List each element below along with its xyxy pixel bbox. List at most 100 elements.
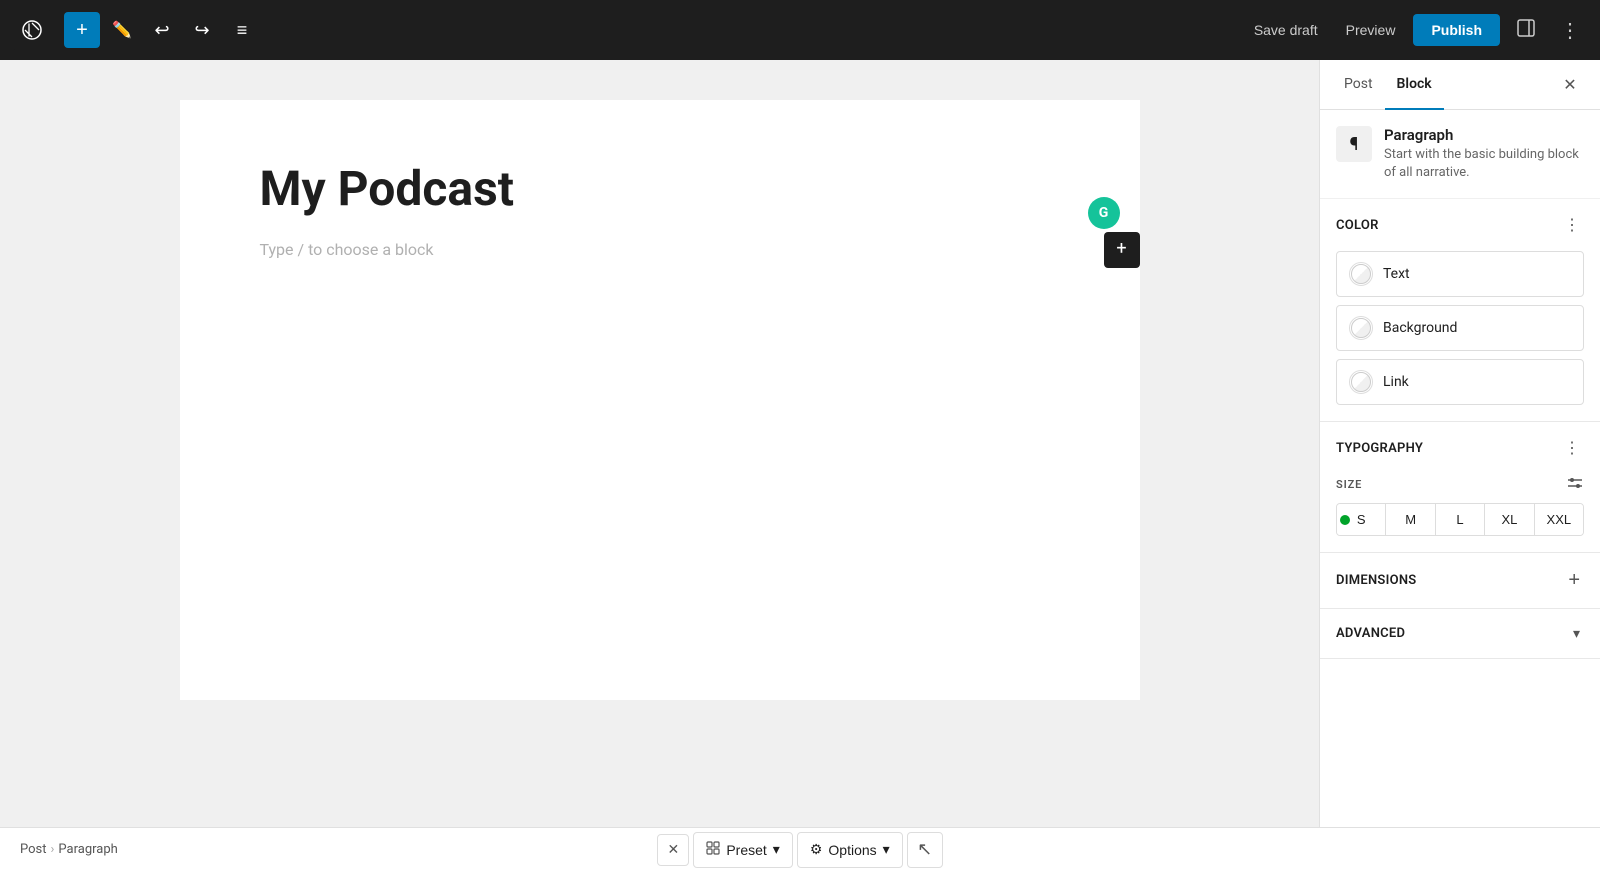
background-color-swatch xyxy=(1349,316,1373,340)
advanced-section-actions: ▾ xyxy=(1569,623,1584,644)
post-title[interactable]: My Podcast xyxy=(260,160,1060,217)
add-block-button[interactable]: + xyxy=(64,12,100,48)
main-toolbar: + ✏️ ↩ ↪ ≡ Save draft Preview Publish ⋮ xyxy=(0,0,1600,60)
link-swatch-inner xyxy=(1351,372,1371,392)
size-label-text: SIZE xyxy=(1336,478,1362,491)
plus-icon-inline: + xyxy=(1116,235,1126,264)
breadcrumb-separator: › xyxy=(51,842,55,857)
size-xl-button[interactable]: XL xyxy=(1485,504,1534,535)
typography-content: SIZE S M L xyxy=(1320,474,1600,552)
paragraph-block-icon: ¶ xyxy=(1336,126,1372,162)
color-section-more-button[interactable]: ⋮ xyxy=(1560,213,1584,237)
main-area: My Podcast G Type / to choose a block + … xyxy=(0,60,1600,827)
preset-label: Preset xyxy=(726,842,766,858)
advanced-chevron-icon[interactable]: ▾ xyxy=(1569,623,1584,644)
sidebar-icon xyxy=(1516,18,1536,43)
background-color-label: Background xyxy=(1383,320,1457,336)
swatch-inner xyxy=(1351,264,1371,284)
add-block-inline-button[interactable]: + xyxy=(1104,232,1140,268)
editor-canvas: My Podcast G Type / to choose a block + xyxy=(0,60,1319,827)
block-placeholder[interactable]: Type / to choose a block + xyxy=(260,237,1060,263)
placeholder-text: Type / to choose a block xyxy=(260,237,434,263)
wp-logo[interactable] xyxy=(12,10,52,50)
typography-section-header[interactable]: Typography ⋮ xyxy=(1320,422,1600,474)
list-icon: ≡ xyxy=(237,20,248,41)
close-sidebar-button[interactable]: ✕ xyxy=(1552,67,1588,103)
vertical-dots-icon: ⋮ xyxy=(1560,18,1580,43)
block-details: Paragraph Start with the basic building … xyxy=(1384,126,1584,182)
block-name: Paragraph xyxy=(1384,126,1584,144)
dimensions-section-title: Dimensions xyxy=(1336,573,1416,588)
bg-swatch-inner xyxy=(1351,318,1371,338)
tab-block[interactable]: Block xyxy=(1385,60,1444,110)
close-icon: ✕ xyxy=(667,841,679,858)
color-options: Text Background Link xyxy=(1320,251,1600,421)
tab-post[interactable]: Post xyxy=(1332,60,1385,110)
color-section-header[interactable]: Color ⋮ xyxy=(1320,199,1600,251)
dimensions-section-actions: + xyxy=(1564,567,1584,594)
pencil-icon: ✏️ xyxy=(112,20,132,40)
dimensions-section: Dimensions + xyxy=(1320,553,1600,609)
typography-section: Typography ⋮ SIZE xyxy=(1320,422,1600,553)
size-options: S M L XL XXL xyxy=(1336,503,1584,536)
block-row: G Type / to choose a block + xyxy=(260,237,1060,263)
advanced-section-header[interactable]: Advanced ▾ xyxy=(1320,609,1600,658)
dimensions-add-button[interactable]: + xyxy=(1564,567,1584,594)
bottom-bar: Post › Paragraph ✕ Preset ▾ ⚙ Options ▾ xyxy=(0,827,1600,871)
options-label: Options xyxy=(828,842,876,858)
advanced-section-title: Advanced xyxy=(1336,626,1405,641)
link-color-label: Link xyxy=(1383,374,1409,390)
text-color-swatch xyxy=(1349,262,1373,286)
editor-content: My Podcast G Type / to choose a block + xyxy=(180,100,1140,700)
color-section-title: Color xyxy=(1336,218,1379,233)
color-option-text[interactable]: Text xyxy=(1336,251,1584,297)
breadcrumb-paragraph[interactable]: Paragraph xyxy=(58,842,117,857)
edit-tool-button[interactable]: ✏️ xyxy=(104,12,140,48)
options-button[interactable]: ⚙ Options ▾ xyxy=(797,832,903,868)
close-block-button[interactable]: ✕ xyxy=(657,834,689,866)
text-color-label: Text xyxy=(1383,266,1410,282)
color-section: Color ⋮ Text Background xyxy=(1320,199,1600,422)
size-xxl-button[interactable]: XXL xyxy=(1535,504,1583,535)
right-sidebar: Post Block ✕ ¶ Paragraph Start with the … xyxy=(1319,60,1600,827)
active-size-indicator xyxy=(1340,515,1350,525)
typography-section-more-button[interactable]: ⋮ xyxy=(1560,436,1584,460)
size-options-wrapper: S M L XL XXL xyxy=(1336,503,1584,536)
block-description: Start with the basic building block of a… xyxy=(1384,146,1584,182)
redo-icon: ↪ xyxy=(194,20,209,41)
redo-button[interactable]: ↪ xyxy=(184,12,220,48)
size-m-button[interactable]: M xyxy=(1386,504,1435,535)
undo-button[interactable]: ↩ xyxy=(144,12,180,48)
color-option-background[interactable]: Background xyxy=(1336,305,1584,351)
toolbar-right: Save draft Preview Publish ⋮ xyxy=(1244,12,1588,48)
size-adjust-icon[interactable] xyxy=(1566,474,1584,495)
advanced-section: Advanced ▾ xyxy=(1320,609,1600,659)
preset-icon xyxy=(706,841,720,858)
gear-icon: ⚙ xyxy=(810,841,823,858)
publish-button[interactable]: Publish xyxy=(1413,14,1500,46)
undo-icon: ↩ xyxy=(154,20,169,41)
dimensions-section-header[interactable]: Dimensions + xyxy=(1320,553,1600,608)
options-chevron-icon: ▾ xyxy=(883,841,890,858)
color-section-actions: ⋮ xyxy=(1560,213,1584,237)
cursor-icon: ↖ xyxy=(917,839,932,860)
more-bottom-button[interactable]: ↖ xyxy=(907,832,943,868)
sidebar-toggle-button[interactable] xyxy=(1508,12,1544,48)
bottom-center-controls: ✕ Preset ▾ ⚙ Options ▾ ↖ xyxy=(657,832,942,868)
grammarly-icon[interactable]: G xyxy=(1088,197,1120,229)
size-l-button[interactable]: L xyxy=(1436,504,1485,535)
sidebar-tabs: Post Block ✕ xyxy=(1320,60,1600,110)
breadcrumb-post[interactable]: Post xyxy=(20,842,47,857)
preset-button[interactable]: Preset ▾ xyxy=(693,832,793,868)
link-color-swatch xyxy=(1349,370,1373,394)
preset-chevron-icon: ▾ xyxy=(773,841,780,858)
breadcrumb: Post › Paragraph xyxy=(20,842,118,857)
color-option-link[interactable]: Link xyxy=(1336,359,1584,405)
plus-icon: + xyxy=(76,19,88,42)
save-draft-button[interactable]: Save draft xyxy=(1244,16,1328,44)
tools-button[interactable]: ≡ xyxy=(224,12,260,48)
block-info: ¶ Paragraph Start with the basic buildin… xyxy=(1320,110,1600,199)
size-label: SIZE xyxy=(1336,474,1584,495)
more-options-button[interactable]: ⋮ xyxy=(1552,12,1588,48)
preview-button[interactable]: Preview xyxy=(1336,16,1406,44)
